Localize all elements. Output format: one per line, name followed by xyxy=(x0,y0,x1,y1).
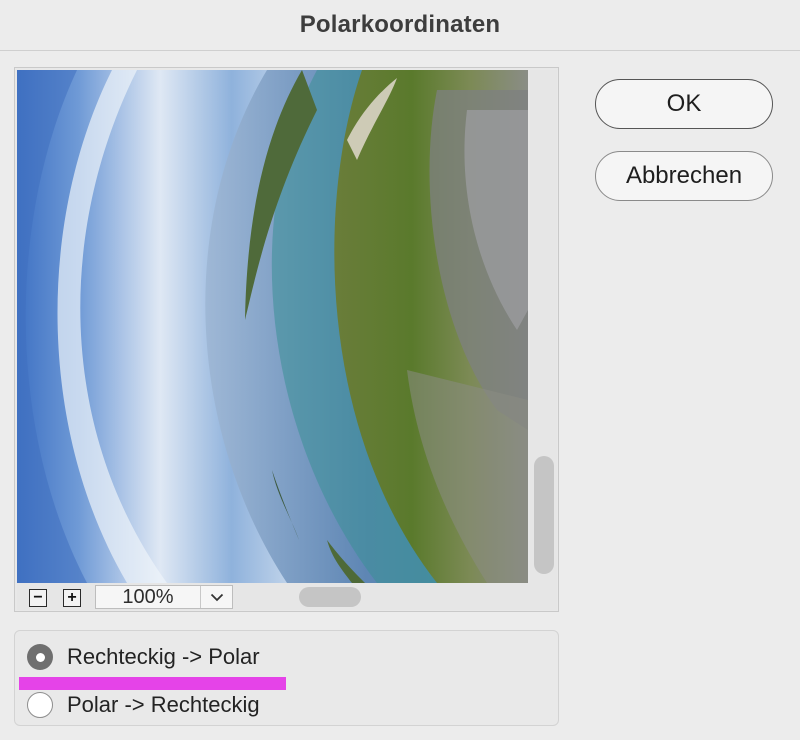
zoom-out-button[interactable]: − xyxy=(29,589,47,607)
zoom-in-button[interactable]: + xyxy=(63,589,81,607)
chevron-down-icon[interactable] xyxy=(201,586,232,608)
cancel-button-label: Abbrechen xyxy=(625,162,743,189)
option-rect-to-polar[interactable]: Rechteckig -> Polar xyxy=(27,642,260,672)
dialog-title: Polarkoordinaten xyxy=(299,11,501,38)
plus-icon: + xyxy=(67,589,77,606)
dialog-titlebar: Polarkoordinaten xyxy=(0,0,800,51)
zoom-level-select[interactable]: 100% xyxy=(95,585,233,609)
horizontal-scrollbar-thumb[interactable] xyxy=(299,587,361,607)
radio-checked-icon[interactable] xyxy=(27,644,53,670)
preview-toolbar: − + 100% xyxy=(17,583,557,610)
ok-button[interactable]: OK xyxy=(595,79,773,129)
preview-image[interactable] xyxy=(17,70,528,583)
ok-button-label: OK xyxy=(666,90,702,117)
conversion-options: Rechteckig -> Polar Polar -> Rechteckig xyxy=(14,630,559,726)
option-label: Polar -> Rechteckig xyxy=(67,692,260,717)
minus-icon: − xyxy=(33,589,43,606)
filter-preview: − + 100% xyxy=(14,67,559,612)
vertical-scrollbar-thumb[interactable] xyxy=(534,456,554,574)
zoom-level-value: 100% xyxy=(122,585,174,608)
option-polar-to-rect[interactable]: Polar -> Rechteckig xyxy=(27,690,260,720)
radio-unchecked-icon[interactable] xyxy=(27,692,53,718)
vertical-scrollbar[interactable] xyxy=(530,70,557,583)
option-label: Rechteckig -> Polar xyxy=(67,644,260,669)
cancel-button[interactable]: Abbrechen xyxy=(595,151,773,201)
highlight-annotation xyxy=(19,677,286,690)
